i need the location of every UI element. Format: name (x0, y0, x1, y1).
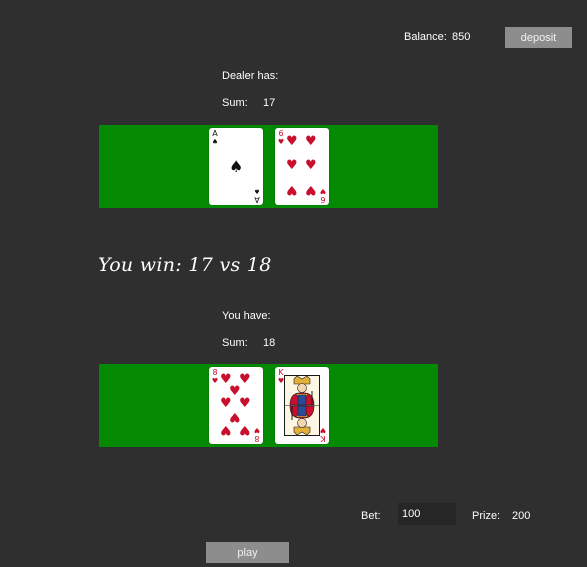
spade-icon: ♠ (253, 187, 261, 195)
heart-icon: ♥ (305, 182, 317, 197)
player-sum-value: 18 (263, 337, 276, 349)
player-card-eight-of-hearts: 8 ♥ ♥ ♥ ♥ ♥ ♥ ♥ ♥ ♥ 8 ♥ (209, 367, 263, 444)
heart-icon: ♥ (319, 426, 327, 434)
card-corner: 6 ♥ (277, 129, 285, 147)
heart-icon: ♥ (286, 182, 298, 197)
heart-icon: ♥ (211, 377, 219, 385)
heart-icon: ♥ (239, 372, 251, 387)
card-corner: A ♠ (253, 187, 261, 204)
dealer-sum-value: 17 (263, 97, 276, 109)
card-rank: 6 (278, 129, 284, 138)
heart-icon: ♥ (253, 426, 261, 434)
dealer-card-six-of-hearts: 6 ♥ ♥ ♥ ♥ ♥ ♥ ♥ 6 ♥ (275, 128, 329, 205)
prize-value: 200 (512, 510, 531, 522)
prize-label: Prize: (472, 510, 501, 522)
heart-icon: ♥ (277, 138, 285, 146)
card-corner: 8 ♥ (211, 368, 219, 386)
king-face-icon (284, 375, 320, 436)
card-rank: 6 (320, 195, 326, 204)
card-rank: K (278, 368, 284, 377)
card-rank: A (254, 195, 260, 204)
dealer-sum-label: Sum: (222, 97, 248, 109)
card-rank: 8 (254, 434, 260, 443)
dealer-table: A ♠ ♠ A ♠ 6 ♥ ♥ ♥ ♥ ♥ ♥ ♥ 6 ♥ (99, 125, 438, 208)
balance-label: Balance: (404, 31, 447, 43)
heart-icon: ♥ (305, 134, 317, 149)
heart-icon: ♥ (220, 422, 232, 437)
play-button[interactable]: play (206, 542, 289, 563)
player-table: 8 ♥ ♥ ♥ ♥ ♥ ♥ ♥ ♥ ♥ 8 ♥ K ♥ K ♥ (99, 364, 438, 447)
spade-icon: ♠ (229, 157, 244, 176)
balance-value: 850 (452, 31, 471, 43)
spade-icon: ♠ (211, 138, 219, 146)
bet-label: Bet: (361, 510, 381, 522)
dealer-card-ace-of-spades: A ♠ ♠ A ♠ (209, 128, 263, 205)
deposit-button[interactable]: deposit (505, 27, 572, 48)
player-card-king-of-hearts: K ♥ K ♥ (275, 367, 329, 444)
result-message: You win: 17 vs 18 (98, 254, 272, 276)
heart-icon: ♥ (286, 158, 298, 173)
heart-icon: ♥ (239, 422, 251, 437)
card-rank: K (320, 434, 326, 443)
card-corner: 8 ♥ (253, 426, 261, 443)
card-rank: A (212, 129, 218, 138)
card-corner: A ♠ (211, 129, 219, 147)
card-rank: 8 (212, 368, 218, 377)
heart-icon: ♥ (239, 396, 251, 411)
dealer-label: Dealer has: (222, 70, 279, 82)
bet-input[interactable] (398, 503, 456, 525)
player-sum-label: Sum: (222, 337, 248, 349)
card-corner: K ♥ (319, 426, 327, 443)
heart-icon: ♥ (286, 134, 298, 149)
heart-icon: ♥ (319, 187, 327, 195)
heart-icon: ♥ (305, 158, 317, 173)
player-label: You have: (222, 310, 271, 322)
card-corner: 6 ♥ (319, 187, 327, 204)
